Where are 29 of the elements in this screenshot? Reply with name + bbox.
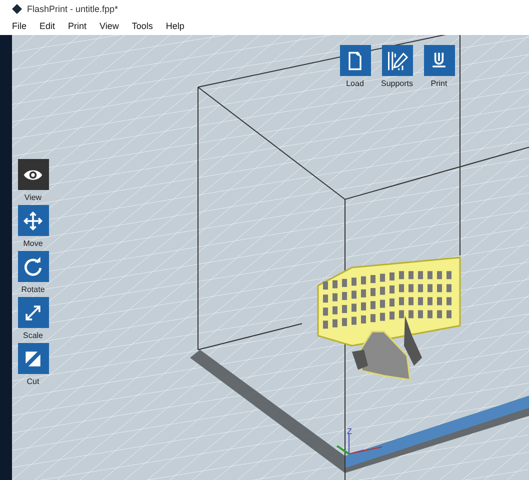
four-arrows-icon <box>22 210 44 232</box>
menu-item[interactable]: File <box>12 21 27 31</box>
tool-label: Move <box>23 239 43 248</box>
diamond-logo-icon <box>12 4 22 14</box>
menu-item[interactable]: Tools <box>132 21 153 31</box>
tool-label: Print <box>430 79 448 88</box>
tool-label: Scale <box>22 331 43 340</box>
supports-button[interactable] <box>382 45 412 76</box>
tool-label: Supports <box>380 79 414 88</box>
rotate-tool-button[interactable] <box>18 251 48 282</box>
move-tool-button[interactable] <box>18 205 48 236</box>
view-tool-button[interactable] <box>18 159 48 190</box>
rotate-icon <box>22 256 44 278</box>
menu-item[interactable]: View <box>100 21 119 31</box>
menu-item[interactable]: Help <box>166 21 184 31</box>
window-title: FlashPrint - untitle.fpp* <box>27 4 118 14</box>
tool-label: Rotate <box>21 285 45 294</box>
print-button[interactable] <box>424 45 454 76</box>
axis-gizmo <box>336 433 382 455</box>
cut-tool-button[interactable] <box>18 343 48 374</box>
menu-item[interactable]: Print <box>68 21 87 31</box>
scale-tool-button[interactable] <box>18 297 48 328</box>
menu-item[interactable]: Edit <box>40 21 56 31</box>
load-button[interactable] <box>340 45 370 76</box>
tool-label: Cut <box>26 377 40 386</box>
tool-label: Load <box>346 79 364 88</box>
tool-label: View <box>24 193 42 202</box>
axis-label: Z <box>347 426 352 436</box>
pencil-bars-icon <box>386 50 408 72</box>
